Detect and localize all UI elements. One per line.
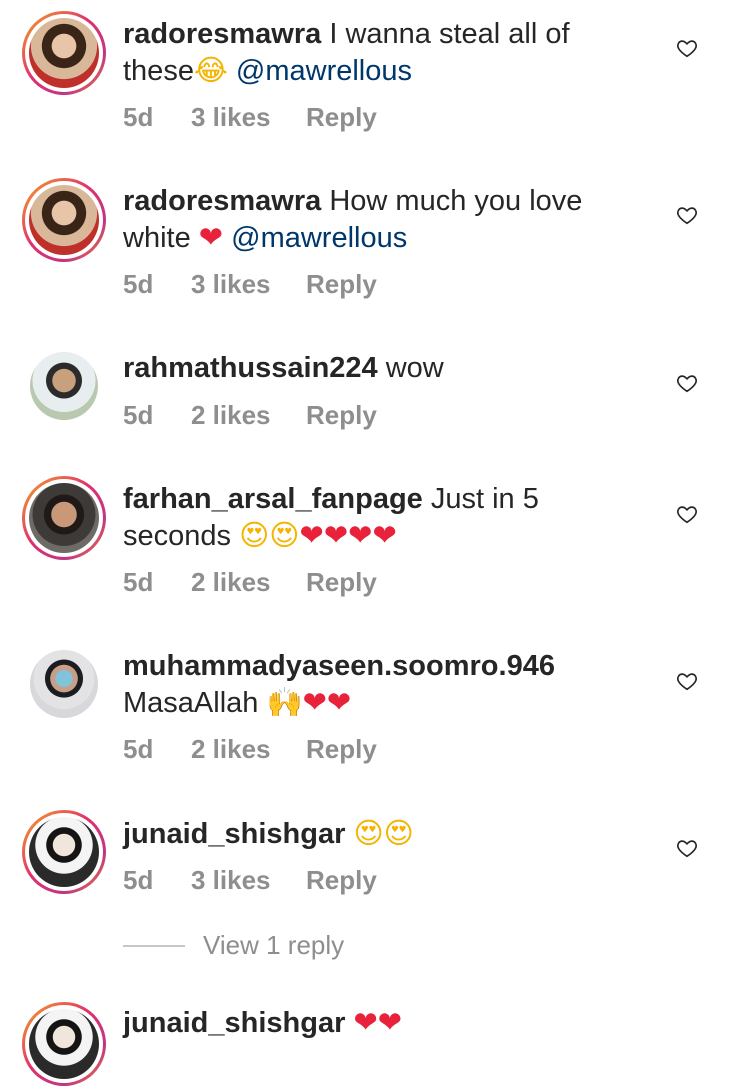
avatar[interactable] [22,810,106,894]
comment-time: 5d [123,865,154,895]
avatar[interactable] [22,1002,106,1086]
heart-eyes-emoji: 😍😍 [353,816,414,850]
raising-hands-emoji: 🙌 [266,685,303,719]
reply-button[interactable]: Reply [306,865,377,896]
red-heart-emoji: ❤❤❤❤ [299,518,397,552]
view-replies-label: View 1 reply [203,930,345,960]
comment-username[interactable]: radoresmawra [123,18,321,50]
comment-username[interactable]: junaid_shishgar [123,1007,345,1039]
comment-username[interactable]: farhan_arsal_fanpage [123,483,423,515]
comment-time: 5d [123,400,154,430]
avatar[interactable] [22,476,106,560]
heart-outline-icon[interactable] [676,372,698,394]
heart-outline-icon[interactable] [676,503,698,525]
comment-time: 5d [123,102,154,132]
replies-divider [123,944,185,947]
laughing-emoji: 😂 [193,53,228,87]
comment-username[interactable]: muhammadyaseen.soomro.946 [123,650,555,682]
comment-time: 5d [123,567,154,597]
comment-likes[interactable]: 3 likes [191,269,306,300]
comment-likes[interactable]: 2 likes [191,734,306,765]
reply-button[interactable]: Reply [306,567,377,598]
comment-mention[interactable]: @mawrellous [223,222,407,254]
heart-outline-icon[interactable] [676,204,698,226]
heart-outline-icon[interactable] [676,670,698,692]
avatar[interactable] [22,11,106,95]
avatar[interactable] [30,352,98,420]
heart-outline-icon[interactable] [676,37,698,59]
comment-likes[interactable]: 2 likes [191,567,306,598]
heart-eyes-emoji: 😍😍 [239,518,300,552]
reply-button[interactable]: Reply [306,400,377,431]
comment-text: wow [377,352,444,384]
comment-time: 5d [123,734,154,764]
comment-time: 5d [123,269,154,299]
red-heart-emoji: ❤ [198,220,224,254]
comment-mention[interactable]: @mawrellous [228,55,412,87]
comment-likes[interactable]: 3 likes [191,865,306,896]
comment-text: MasaAllah [123,687,267,719]
view-replies-button[interactable]: View 1 reply [123,930,344,961]
comment-username[interactable]: rahmathussain224 [123,352,378,384]
red-heart-emoji: ❤❤ [353,1005,403,1039]
comment-likes[interactable]: 2 likes [191,400,306,431]
avatar[interactable] [22,178,106,262]
reply-button[interactable]: Reply [306,102,377,133]
red-heart-emoji: ❤❤ [302,685,352,719]
comment-username[interactable]: junaid_shishgar [123,818,345,850]
reply-button[interactable]: Reply [306,269,377,300]
reply-button[interactable]: Reply [306,734,377,765]
comment-username[interactable]: radoresmawra [123,185,321,217]
comment-likes[interactable]: 3 likes [191,102,306,133]
heart-outline-icon[interactable] [676,837,698,859]
avatar[interactable] [30,650,98,718]
